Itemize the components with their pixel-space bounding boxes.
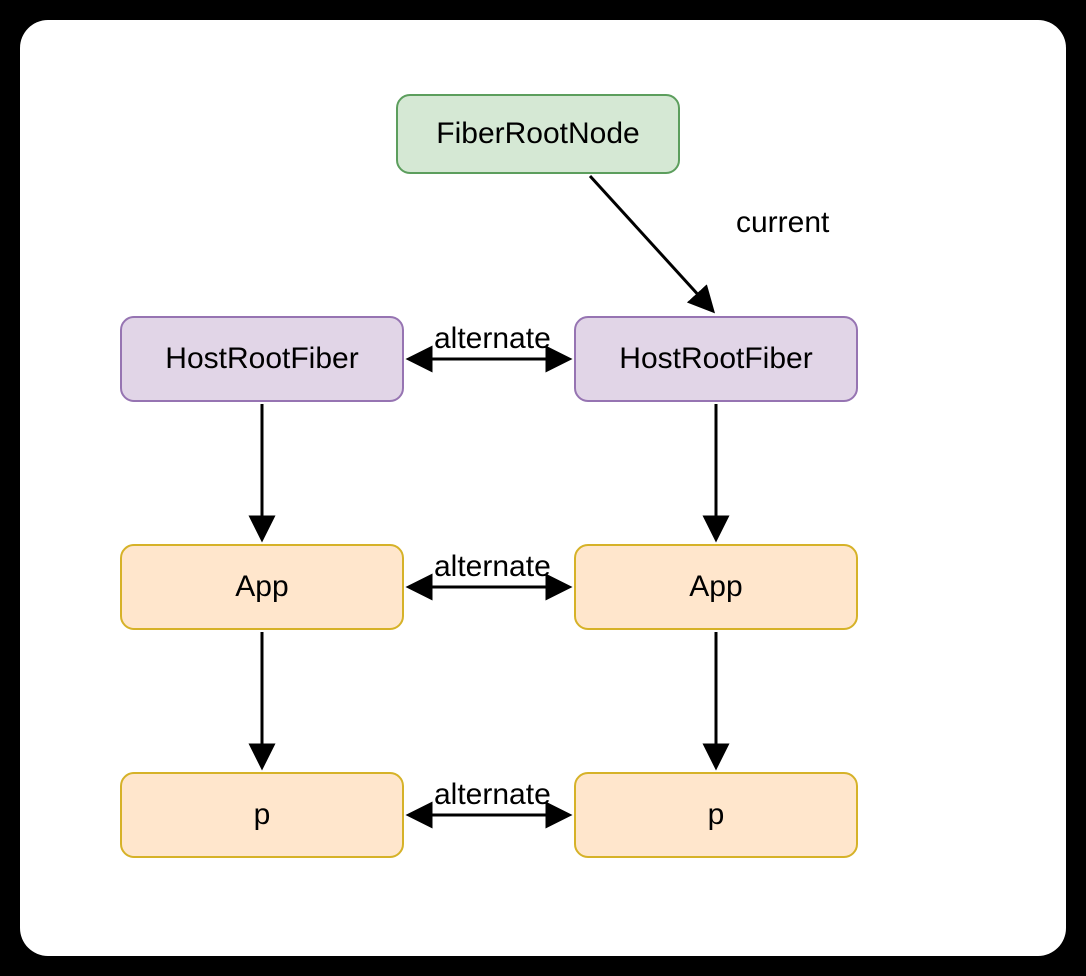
node-p-right: p [574,772,858,858]
edge-label-alternate-3: alternate [428,778,557,812]
node-label: App [235,570,288,604]
diagram-canvas: FiberRootNode HostRootFiber HostRootFibe… [20,20,1066,956]
node-app-right: App [574,544,858,630]
node-label: HostRootFiber [619,342,812,376]
node-label: p [254,798,271,832]
edge-label-alternate-1: alternate [428,322,557,356]
node-label: App [689,570,742,604]
edge-current [590,176,712,310]
node-label: HostRootFiber [165,342,358,376]
edge-label-current: current [730,206,835,240]
node-label: p [708,798,725,832]
node-app-left: App [120,544,404,630]
node-host-root-fiber-left: HostRootFiber [120,316,404,402]
node-host-root-fiber-right: HostRootFiber [574,316,858,402]
node-fiber-root-node: FiberRootNode [396,94,680,174]
edge-label-alternate-2: alternate [428,550,557,584]
node-label: FiberRootNode [436,117,639,151]
node-p-left: p [120,772,404,858]
